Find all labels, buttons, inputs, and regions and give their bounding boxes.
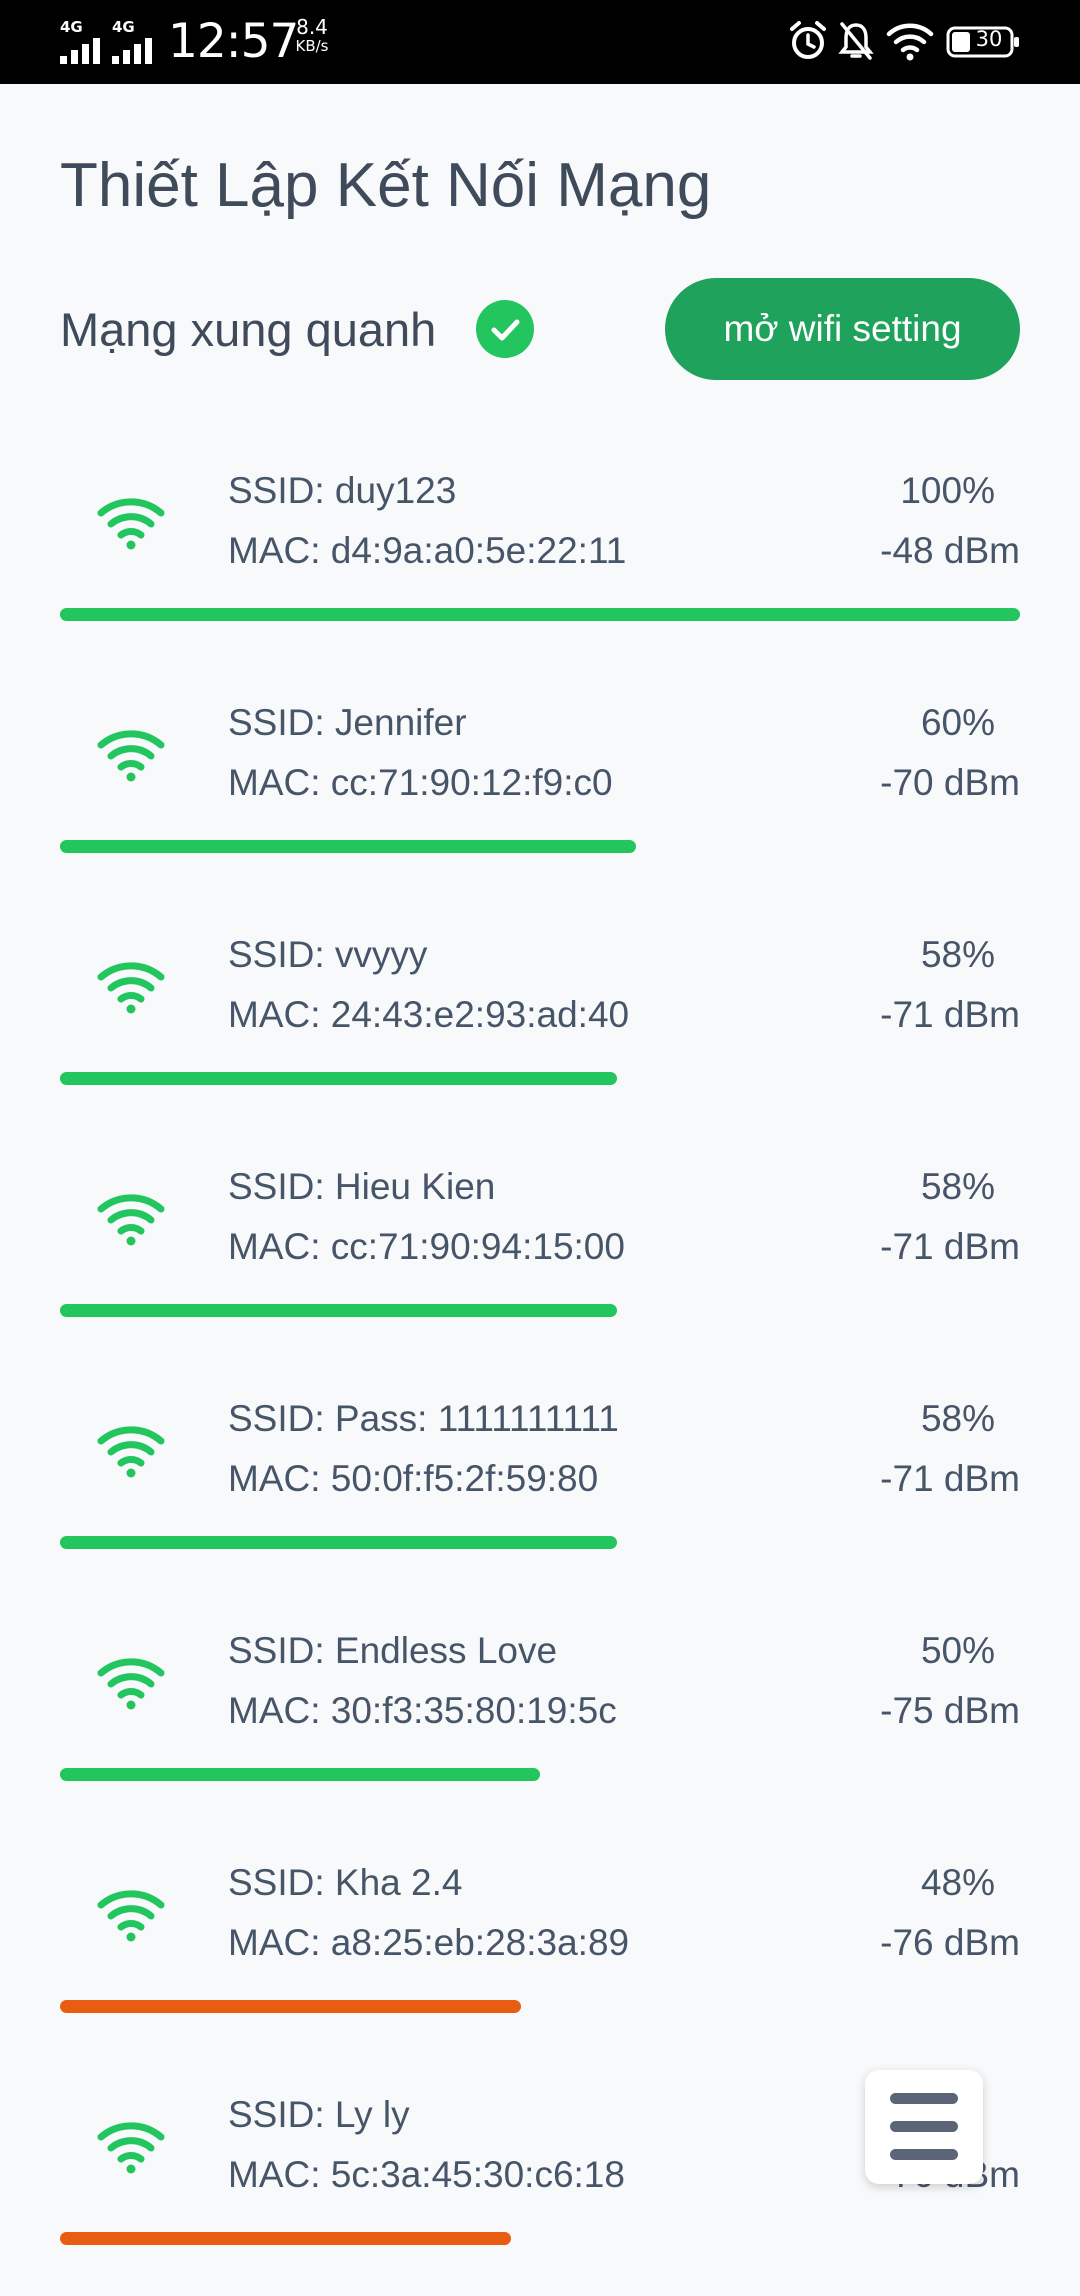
network-ssid: SSID: Kha 2.4	[228, 1862, 463, 1903]
mute-icon	[838, 22, 874, 60]
battery-icon: 30	[946, 26, 1019, 58]
status-time: 12:57	[168, 14, 299, 69]
network-mac: MAC: d4:9a:a0:5e:22:11	[228, 530, 627, 571]
signal-strength-fill	[60, 2000, 521, 2013]
network-mac: MAC: 5c:3a:45:30:c6:18	[228, 2154, 625, 2195]
signal-dbm: -76 dBm	[880, 1922, 1020, 1963]
signal-strength-fill	[60, 2232, 512, 2245]
open-wifi-settings-button[interactable]: mở wifi setting	[665, 278, 1020, 380]
network-speed-unit: KB/s	[295, 37, 329, 55]
signal-dbm: -71 dBm	[880, 994, 1020, 1035]
network-ssid: SSID: Endless Love	[228, 1630, 558, 1671]
battery-level: 30	[975, 27, 1003, 51]
sim2-label: 4G	[112, 18, 135, 36]
menu-icon-line	[890, 2093, 958, 2104]
signal-percent: 100%	[900, 470, 995, 511]
signal-strength-bar	[60, 608, 1020, 621]
wifi-status-icon	[886, 23, 934, 61]
signal-percent: 50%	[920, 1630, 995, 1671]
network-ssid: SSID: Hieu Kien	[228, 1166, 496, 1207]
signal-percent: 48%	[920, 1862, 995, 1903]
network-item[interactable]: SSID: duy123 MAC: d4:9a:a0:5e:22:11 100% -4…	[0, 440, 1080, 672]
wifi-signal-icon	[95, 2119, 167, 2175]
network-item[interactable]: SSID: Kha 2.4 MAC: a8:25:eb:28:3a:89 48% -7…	[0, 1832, 1080, 2064]
signal-dbm: -71 dBm	[880, 1226, 1020, 1267]
signal-percent: 58%	[920, 1166, 995, 1207]
network-item[interactable]: SSID: vvyyy MAC: 24:43:e2:93:ad:40 58% -71 …	[0, 904, 1080, 1136]
wifi-signal-icon	[95, 1655, 167, 1711]
menu-icon-line	[890, 2149, 958, 2160]
network-mac: MAC: 30:f3:35:80:19:5c	[228, 1690, 617, 1731]
signal-dbm: -75 dBm	[880, 1690, 1020, 1731]
signal-strength-fill	[60, 1536, 617, 1549]
wifi-signal-icon	[95, 1887, 167, 1943]
check-icon	[476, 300, 534, 358]
network-ssid: SSID: Pass: 1111111111	[228, 1398, 619, 1439]
signal-strength-fill	[60, 840, 636, 853]
signal-percent: 58%	[920, 1398, 995, 1439]
network-mac: MAC: cc:71:90:12:f9:c0	[228, 762, 613, 803]
network-item[interactable]: SSID: Hieu Kien MAC: cc:71:90:94:15:00 58%…	[0, 1136, 1080, 1368]
network-ssid: SSID: duy123	[228, 470, 457, 511]
wifi-signal-icon	[95, 1423, 167, 1479]
signal-strength-bar	[60, 1536, 1020, 1549]
signal-strength-bar	[60, 840, 1020, 853]
wifi-signal-icon	[95, 495, 167, 551]
signal-strength-bar	[60, 2232, 1020, 2245]
network-mac: MAC: 50:0f:f5:2f:59:80	[228, 1458, 599, 1499]
signal-strength-fill	[60, 1768, 540, 1781]
menu-icon-line	[890, 2121, 958, 2132]
signal-strength-fill	[60, 1304, 617, 1317]
signal-strength-bar	[60, 2000, 1020, 2013]
section-title: Mạng xung quanh	[60, 303, 437, 356]
signal-dbm: -71 dBm	[880, 1458, 1020, 1499]
wifi-signal-icon	[95, 1191, 167, 1247]
signal-strength-bar	[60, 1304, 1020, 1317]
network-mac: MAC: a8:25:eb:28:3a:89	[228, 1922, 630, 1963]
signal-strength-fill	[60, 1072, 617, 1085]
wifi-signal-icon	[95, 727, 167, 783]
signal-percent: 60%	[920, 702, 995, 743]
page-title: Thiết Lập Kết Nối Mạng	[60, 151, 712, 220]
sim1-signal-icon: 4G	[60, 18, 110, 64]
network-ssid: SSID: vvyyy	[228, 934, 428, 975]
signal-strength-bar	[60, 1072, 1020, 1085]
signal-dbm: -70 dBm	[880, 762, 1020, 803]
network-ssid: SSID: Jennifer	[228, 702, 467, 743]
signal-strength-fill	[60, 608, 1020, 621]
alarm-icon	[790, 21, 826, 59]
sim2-signal-icon: 4G	[112, 18, 162, 64]
network-speed: 8.4 KB/s	[282, 16, 342, 55]
signal-percent: 58%	[920, 934, 995, 975]
signal-strength-bar	[60, 1768, 1020, 1781]
wifi-signal-icon	[95, 959, 167, 1015]
status-bar: 4G 4G 12:57 8.4 KB/s 30	[0, 0, 1080, 84]
menu-button[interactable]	[865, 2070, 983, 2184]
network-ssid: SSID: Ly ly	[228, 2094, 410, 2135]
network-item[interactable]: SSID: Jennifer MAC: cc:71:90:12:f9:c0 60% -…	[0, 672, 1080, 904]
network-item[interactable]: SSID: Endless Love MAC: 30:f3:35:80:19:5c…	[0, 1600, 1080, 1832]
network-mac: MAC: 24:43:e2:93:ad:40	[228, 994, 630, 1035]
network-speed-value: 8.4	[296, 15, 328, 39]
signal-dbm: -48 dBm	[880, 530, 1020, 571]
network-item[interactable]: SSID: Pass: 1111111111 MAC: 50:0f:f5:2f:5…	[0, 1368, 1080, 1600]
network-mac: MAC: cc:71:90:94:15:00	[228, 1226, 625, 1267]
sim1-label: 4G	[60, 18, 83, 36]
network-list: SSID: duy123 MAC: d4:9a:a0:5e:22:11 100% -4…	[0, 440, 1080, 2296]
